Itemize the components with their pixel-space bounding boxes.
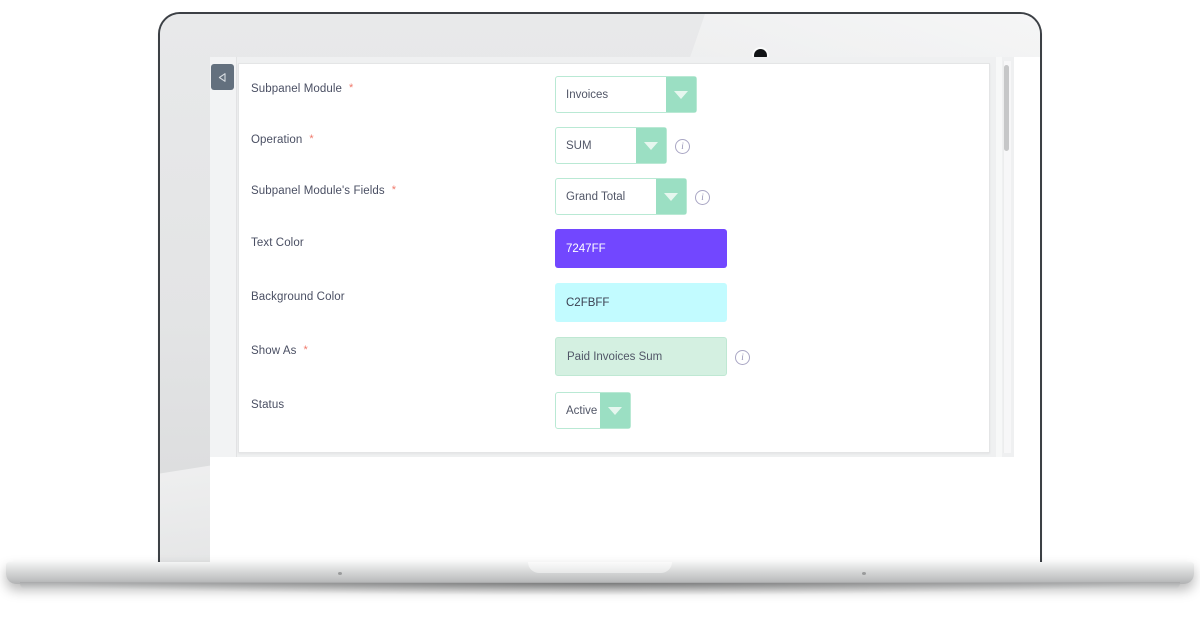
laptop-drop-shadow bbox=[60, 583, 1140, 595]
background-color-value: C2FBFF bbox=[566, 296, 610, 309]
chevron-down-icon bbox=[600, 393, 630, 428]
label-text-color: Text Color bbox=[251, 237, 304, 249]
select-subpanel-module-value: Invoices bbox=[566, 88, 609, 101]
form-panel: Subpanel Module * Invoices Operation * S… bbox=[238, 63, 990, 453]
label-subpanel-module: Subpanel Module * bbox=[251, 82, 354, 96]
scrollbar-gutter bbox=[996, 57, 1002, 457]
select-subpanel-module[interactable]: Invoices bbox=[555, 76, 697, 113]
label-operation: Operation * bbox=[251, 133, 314, 147]
laptop-lid: Subpanel Module * Invoices Operation * S… bbox=[160, 14, 1040, 570]
info-glyph: i bbox=[681, 141, 684, 151]
required-asterisk: * bbox=[303, 344, 308, 356]
select-status[interactable]: Active bbox=[555, 392, 631, 429]
select-subpanel-module-fields[interactable]: Grand Total bbox=[555, 178, 687, 215]
application-window: Subpanel Module * Invoices Operation * S… bbox=[210, 57, 1040, 567]
label-text: Show As bbox=[251, 345, 297, 357]
scrollbar-thumb[interactable] bbox=[1004, 65, 1009, 151]
chevron-down-icon bbox=[666, 77, 696, 112]
subpanel-config-form: Subpanel Module * Invoices Operation * S… bbox=[239, 64, 989, 452]
chevron-down-icon bbox=[656, 179, 686, 214]
show-as-value: Paid Invoices Sum bbox=[567, 350, 663, 363]
input-show-as[interactable]: Paid Invoices Sum bbox=[555, 337, 727, 376]
label-text: Status bbox=[251, 399, 285, 411]
required-asterisk: * bbox=[391, 184, 397, 196]
select-operation-value: SUM bbox=[566, 139, 592, 152]
laptop-screen: Subpanel Module * Invoices Operation * S… bbox=[210, 57, 1040, 567]
label-background-color: Background Color bbox=[251, 291, 345, 303]
input-text-color[interactable]: 7247FF bbox=[555, 229, 727, 268]
label-status: Status bbox=[251, 399, 284, 411]
info-icon-show-as[interactable]: i bbox=[735, 350, 750, 365]
screenshot-stage: Subpanel Module * Invoices Operation * S… bbox=[0, 0, 1200, 630]
input-background-color[interactable]: C2FBFF bbox=[555, 283, 727, 322]
label-text: Text Color bbox=[251, 237, 304, 249]
page-lower-area bbox=[210, 457, 1040, 567]
select-subpanel-module-fields-value: Grand Total bbox=[566, 190, 626, 203]
label-text: Subpanel Module's Fields bbox=[251, 185, 385, 197]
label-show-as: Show As * bbox=[251, 344, 308, 358]
label-text: Subpanel Module bbox=[251, 83, 343, 95]
label-text: Background Color bbox=[251, 291, 345, 303]
chevron-down-icon bbox=[636, 128, 666, 163]
sidebar-collapse-handle[interactable] bbox=[211, 64, 234, 90]
required-asterisk: * bbox=[349, 82, 354, 94]
select-status-value: Active bbox=[566, 404, 598, 417]
left-rail bbox=[210, 57, 237, 457]
caret-left-icon bbox=[218, 72, 226, 82]
laptop-base-notch bbox=[528, 562, 672, 573]
select-operation[interactable]: SUM bbox=[555, 127, 667, 164]
info-glyph: i bbox=[741, 352, 744, 362]
info-icon-subpanel-module-fields[interactable]: i bbox=[695, 190, 710, 205]
text-color-value: 7247FF bbox=[566, 242, 606, 255]
required-asterisk: * bbox=[309, 133, 314, 145]
label-subpanel-module-fields: Subpanel Module's Fields * bbox=[251, 184, 397, 198]
label-text: Operation bbox=[251, 134, 303, 146]
info-glyph: i bbox=[701, 192, 704, 202]
laptop-base-foot-right bbox=[862, 572, 866, 575]
info-icon-operation[interactable]: i bbox=[675, 139, 690, 154]
laptop-base-foot-left bbox=[338, 572, 342, 575]
